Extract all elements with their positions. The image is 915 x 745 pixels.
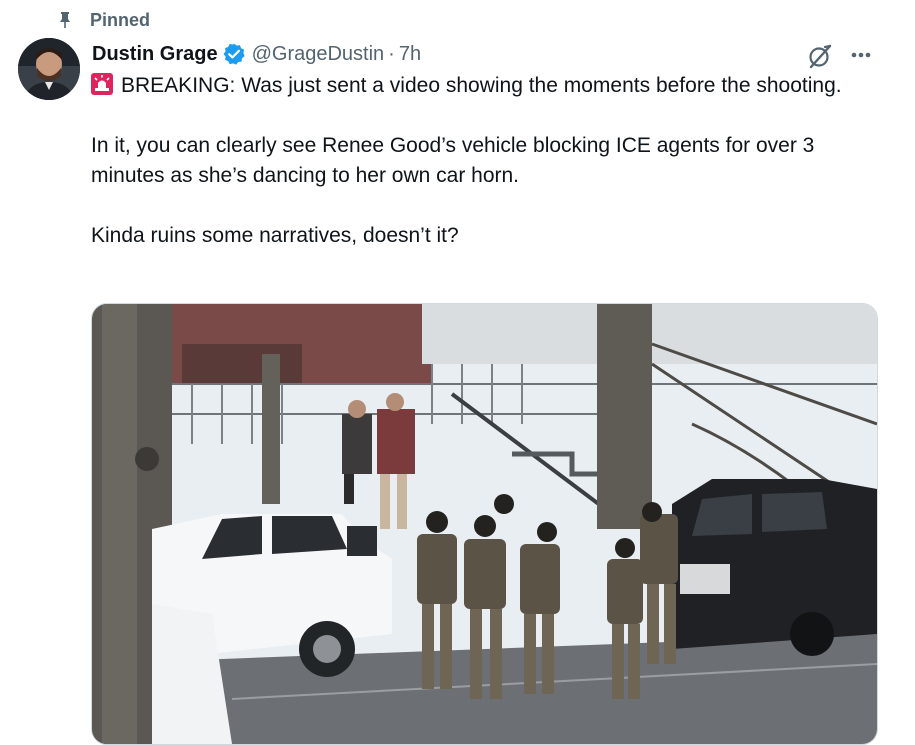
tweet-paragraph-2: In it, you can clearly see Renee Good’s … — [91, 134, 815, 187]
tweet-paragraph-3: Kinda ruins some narratives, doesn’t it? — [91, 224, 459, 247]
tweet-paragraph-1: BREAKING: Was just sent a video showing … — [91, 71, 881, 101]
author-handle[interactable]: @GrageDustin — [252, 43, 385, 66]
timestamp[interactable]: 7h — [399, 43, 421, 66]
more-options-icon[interactable] — [846, 42, 876, 68]
pinned-indicator: Pinned — [56, 8, 150, 32]
tweet-paragraph-1-text: BREAKING: Was just sent a video showing … — [121, 74, 842, 97]
pinned-label: Pinned — [90, 9, 151, 30]
pin-icon — [56, 11, 74, 29]
siren-emoji-icon — [91, 73, 113, 95]
tweet-header: Dustin Grage @GrageDustin · 7h — [92, 40, 421, 68]
author-name[interactable]: Dustin Grage — [92, 43, 218, 66]
avatar[interactable] — [18, 38, 80, 100]
grok-icon[interactable] — [806, 42, 834, 70]
separator-dot: · — [388, 42, 395, 65]
verified-badge-icon[interactable] — [222, 42, 246, 66]
tweet-text: BREAKING: Was just sent a video showing … — [91, 71, 881, 251]
video-thumbnail[interactable] — [91, 303, 878, 745]
